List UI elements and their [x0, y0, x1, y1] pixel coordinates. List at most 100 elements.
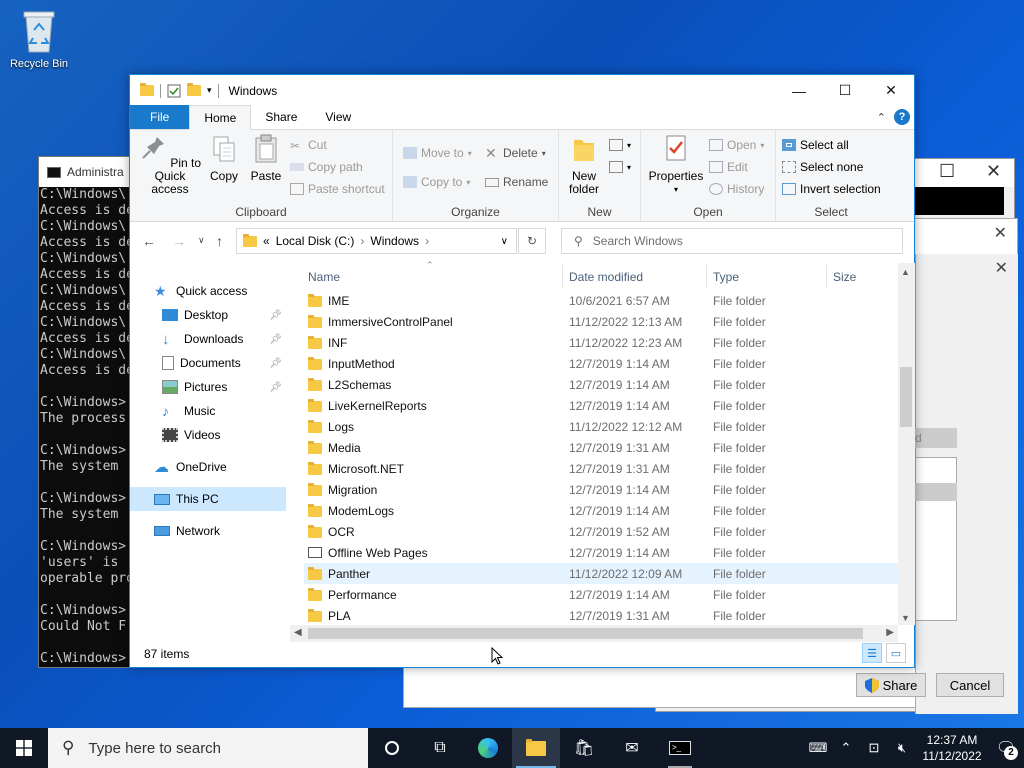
- file-explorer-taskbar-button[interactable]: [512, 728, 560, 768]
- scroll-thumb[interactable]: [900, 367, 912, 427]
- table-row[interactable]: L2Schemas 12/7/2019 1:14 AM File folder: [304, 374, 898, 395]
- table-row[interactable]: Offline Web Pages 12/7/2019 1:14 AM File f…: [304, 542, 898, 563]
- breadcrumb-chevron-icon[interactable]: ›: [360, 234, 364, 248]
- address-bar[interactable]: « Local Disk (C:) › Windows › ∨: [236, 228, 517, 254]
- file-explorer-window[interactable]: ▾ Windows — ☐ ✕ File Home Share View ⌃ ?…: [129, 74, 915, 668]
- nav-music[interactable]: ♪ Music: [130, 399, 286, 423]
- table-row[interactable]: IME 10/6/2021 6:57 AM File folder: [304, 290, 898, 311]
- properties-button[interactable]: Properties ▾: [645, 134, 707, 196]
- copy-to-button[interactable]: Copy to ▾: [403, 173, 470, 191]
- select-all-button[interactable]: Select all: [782, 136, 849, 154]
- table-row[interactable]: PLA 12/7/2019 1:31 AM File folder: [304, 605, 898, 626]
- cancel-button[interactable]: Cancel: [936, 673, 1004, 697]
- address-dropdown-icon[interactable]: ∨: [501, 236, 508, 247]
- nav-network[interactable]: Network: [130, 519, 286, 543]
- explorer-titlebar[interactable]: ▾ Windows — ☐ ✕: [130, 75, 914, 106]
- chevron-up-icon[interactable]: ⌃: [877, 111, 886, 124]
- volume-muted-icon[interactable]: 🔇︎: [888, 740, 916, 756]
- table-row[interactable]: Microsoft.NET 12/7/2019 1:31 AM File folde…: [304, 458, 898, 479]
- table-row[interactable]: LiveKernelReports 12/7/2019 1:14 AM File f…: [304, 395, 898, 416]
- rename-button[interactable]: Rename: [485, 173, 548, 191]
- column-divider[interactable]: [826, 265, 827, 287]
- task-view-button[interactable]: ⧉: [416, 728, 464, 768]
- breadcrumb-chevron-icon[interactable]: ›: [425, 234, 429, 248]
- help-icon[interactable]: ?: [894, 109, 910, 125]
- network-status-icon[interactable]: ⊡: [860, 740, 888, 756]
- notification-center-button[interactable]: 🗨︎2: [988, 738, 1024, 760]
- column-divider[interactable]: [562, 265, 563, 287]
- copy-path-button[interactable]: Copy path: [290, 158, 363, 176]
- tab-file[interactable]: File: [130, 105, 190, 129]
- terminal-taskbar-button[interactable]: >_: [656, 728, 704, 768]
- select-none-button[interactable]: Select none: [782, 158, 863, 176]
- scroll-down-icon[interactable]: ▼: [901, 613, 910, 623]
- column-header-size[interactable]: Size: [833, 270, 856, 284]
- history-button[interactable]: History: [709, 180, 764, 198]
- store-button[interactable]: 🛍︎: [560, 728, 608, 768]
- up-arrow-icon[interactable]: ↑: [216, 233, 223, 249]
- nav-videos[interactable]: Videos: [130, 423, 286, 447]
- scroll-left-icon[interactable]: ◀: [294, 627, 302, 638]
- pin-icon[interactable]: 📌︎: [269, 382, 282, 393]
- back-arrow-icon[interactable]: ←: [142, 233, 156, 249]
- cortana-button[interactable]: [368, 728, 416, 768]
- nav-documents[interactable]: Documents 📌︎: [130, 351, 286, 375]
- pin-icon[interactable]: 📌︎: [269, 334, 282, 345]
- table-row[interactable]: Migration 12/7/2019 1:14 AM File folder: [304, 479, 898, 500]
- move-to-button[interactable]: Move to ▾: [403, 144, 472, 162]
- taskbar-search-box[interactable]: ⚲ Type here to search: [48, 728, 368, 768]
- delete-button[interactable]: ✕ Delete ▾: [485, 144, 546, 162]
- keyboard-layout-icon[interactable]: ⌨︎: [804, 740, 832, 756]
- recycle-bin-desktop-icon[interactable]: Recycle Bin: [6, 8, 72, 70]
- recent-chevron-icon[interactable]: ∨: [198, 235, 205, 246]
- nav-onedrive[interactable]: ☁ OneDrive: [130, 455, 286, 479]
- minimize-icon[interactable]: —: [776, 75, 822, 106]
- nav-pictures[interactable]: Pictures 📌︎: [130, 375, 286, 399]
- maximize-icon[interactable]: ☐: [822, 75, 868, 106]
- share-button[interactable]: Share: [856, 673, 926, 697]
- breadcrumb-windows[interactable]: Windows: [370, 234, 419, 248]
- pin-icon[interactable]: 📌︎: [269, 358, 282, 369]
- column-divider[interactable]: [706, 265, 707, 287]
- clock[interactable]: 12:37 AM 11/12/2022: [916, 732, 988, 764]
- nav-desktop[interactable]: Desktop 📌︎: [130, 303, 286, 327]
- edge-button[interactable]: [464, 728, 512, 768]
- start-button[interactable]: [0, 728, 48, 768]
- customize-toolbar-icon[interactable]: ▾: [207, 85, 212, 96]
- tab-share[interactable]: Share: [251, 105, 311, 129]
- dialog-user-list[interactable]: [915, 457, 957, 621]
- close-icon[interactable]: ✕: [868, 75, 914, 106]
- properties-check-icon[interactable]: [167, 84, 181, 98]
- table-row[interactable]: ImmersiveControlPanel 11/12/2022 12:13 AM…: [304, 311, 898, 332]
- new-item-button[interactable]: ▾: [609, 136, 631, 154]
- pin-icon[interactable]: 📌︎: [269, 310, 282, 321]
- mail-button[interactable]: ✉: [608, 728, 656, 768]
- table-row[interactable]: OCR 12/7/2019 1:52 AM File folder: [304, 521, 898, 542]
- show-hidden-icons-chevron-icon[interactable]: ⌃: [832, 740, 860, 756]
- close-icon[interactable]: ✕: [986, 161, 1001, 182]
- table-row[interactable]: INF 11/12/2022 12:23 AM File folder: [304, 332, 898, 353]
- large-icons-view-icon[interactable]: ▭: [886, 643, 906, 663]
- close-icon[interactable]: ✕: [995, 258, 1008, 278]
- new-folder-icon[interactable]: [187, 83, 201, 96]
- new-folder-button[interactable]: New folder: [563, 134, 605, 196]
- tab-home[interactable]: Home: [189, 105, 252, 130]
- scroll-up-icon[interactable]: ▲: [901, 267, 910, 277]
- table-row[interactable]: Media 12/7/2019 1:31 AM File folder: [304, 437, 898, 458]
- scroll-right-icon[interactable]: ▶: [886, 627, 894, 638]
- scroll-thumb[interactable]: [308, 628, 863, 639]
- nav-this-pc[interactable]: This PC: [130, 487, 286, 511]
- edit-button[interactable]: Edit: [709, 158, 748, 176]
- search-box[interactable]: ⚲ Search Windows: [561, 228, 903, 254]
- breadcrumb-local-disk[interactable]: Local Disk (C:): [276, 234, 355, 248]
- forward-arrow-icon[interactable]: →: [172, 233, 186, 249]
- copy-button[interactable]: Copy: [204, 134, 244, 183]
- table-row[interactable]: Performance 12/7/2019 1:14 AM File folder: [304, 584, 898, 605]
- close-icon[interactable]: ✕: [994, 223, 1007, 243]
- column-header-date[interactable]: Date modified: [569, 270, 643, 284]
- horizontal-scrollbar[interactable]: ◀ ▶: [290, 625, 898, 642]
- vertical-scrollbar[interactable]: ▲ ▼: [898, 263, 915, 625]
- breadcrumb-root[interactable]: «: [263, 234, 270, 248]
- cut-button[interactable]: ✂ Cut: [290, 136, 327, 154]
- pin-quick-access-button[interactable]: Pin to Quick access: [136, 134, 204, 196]
